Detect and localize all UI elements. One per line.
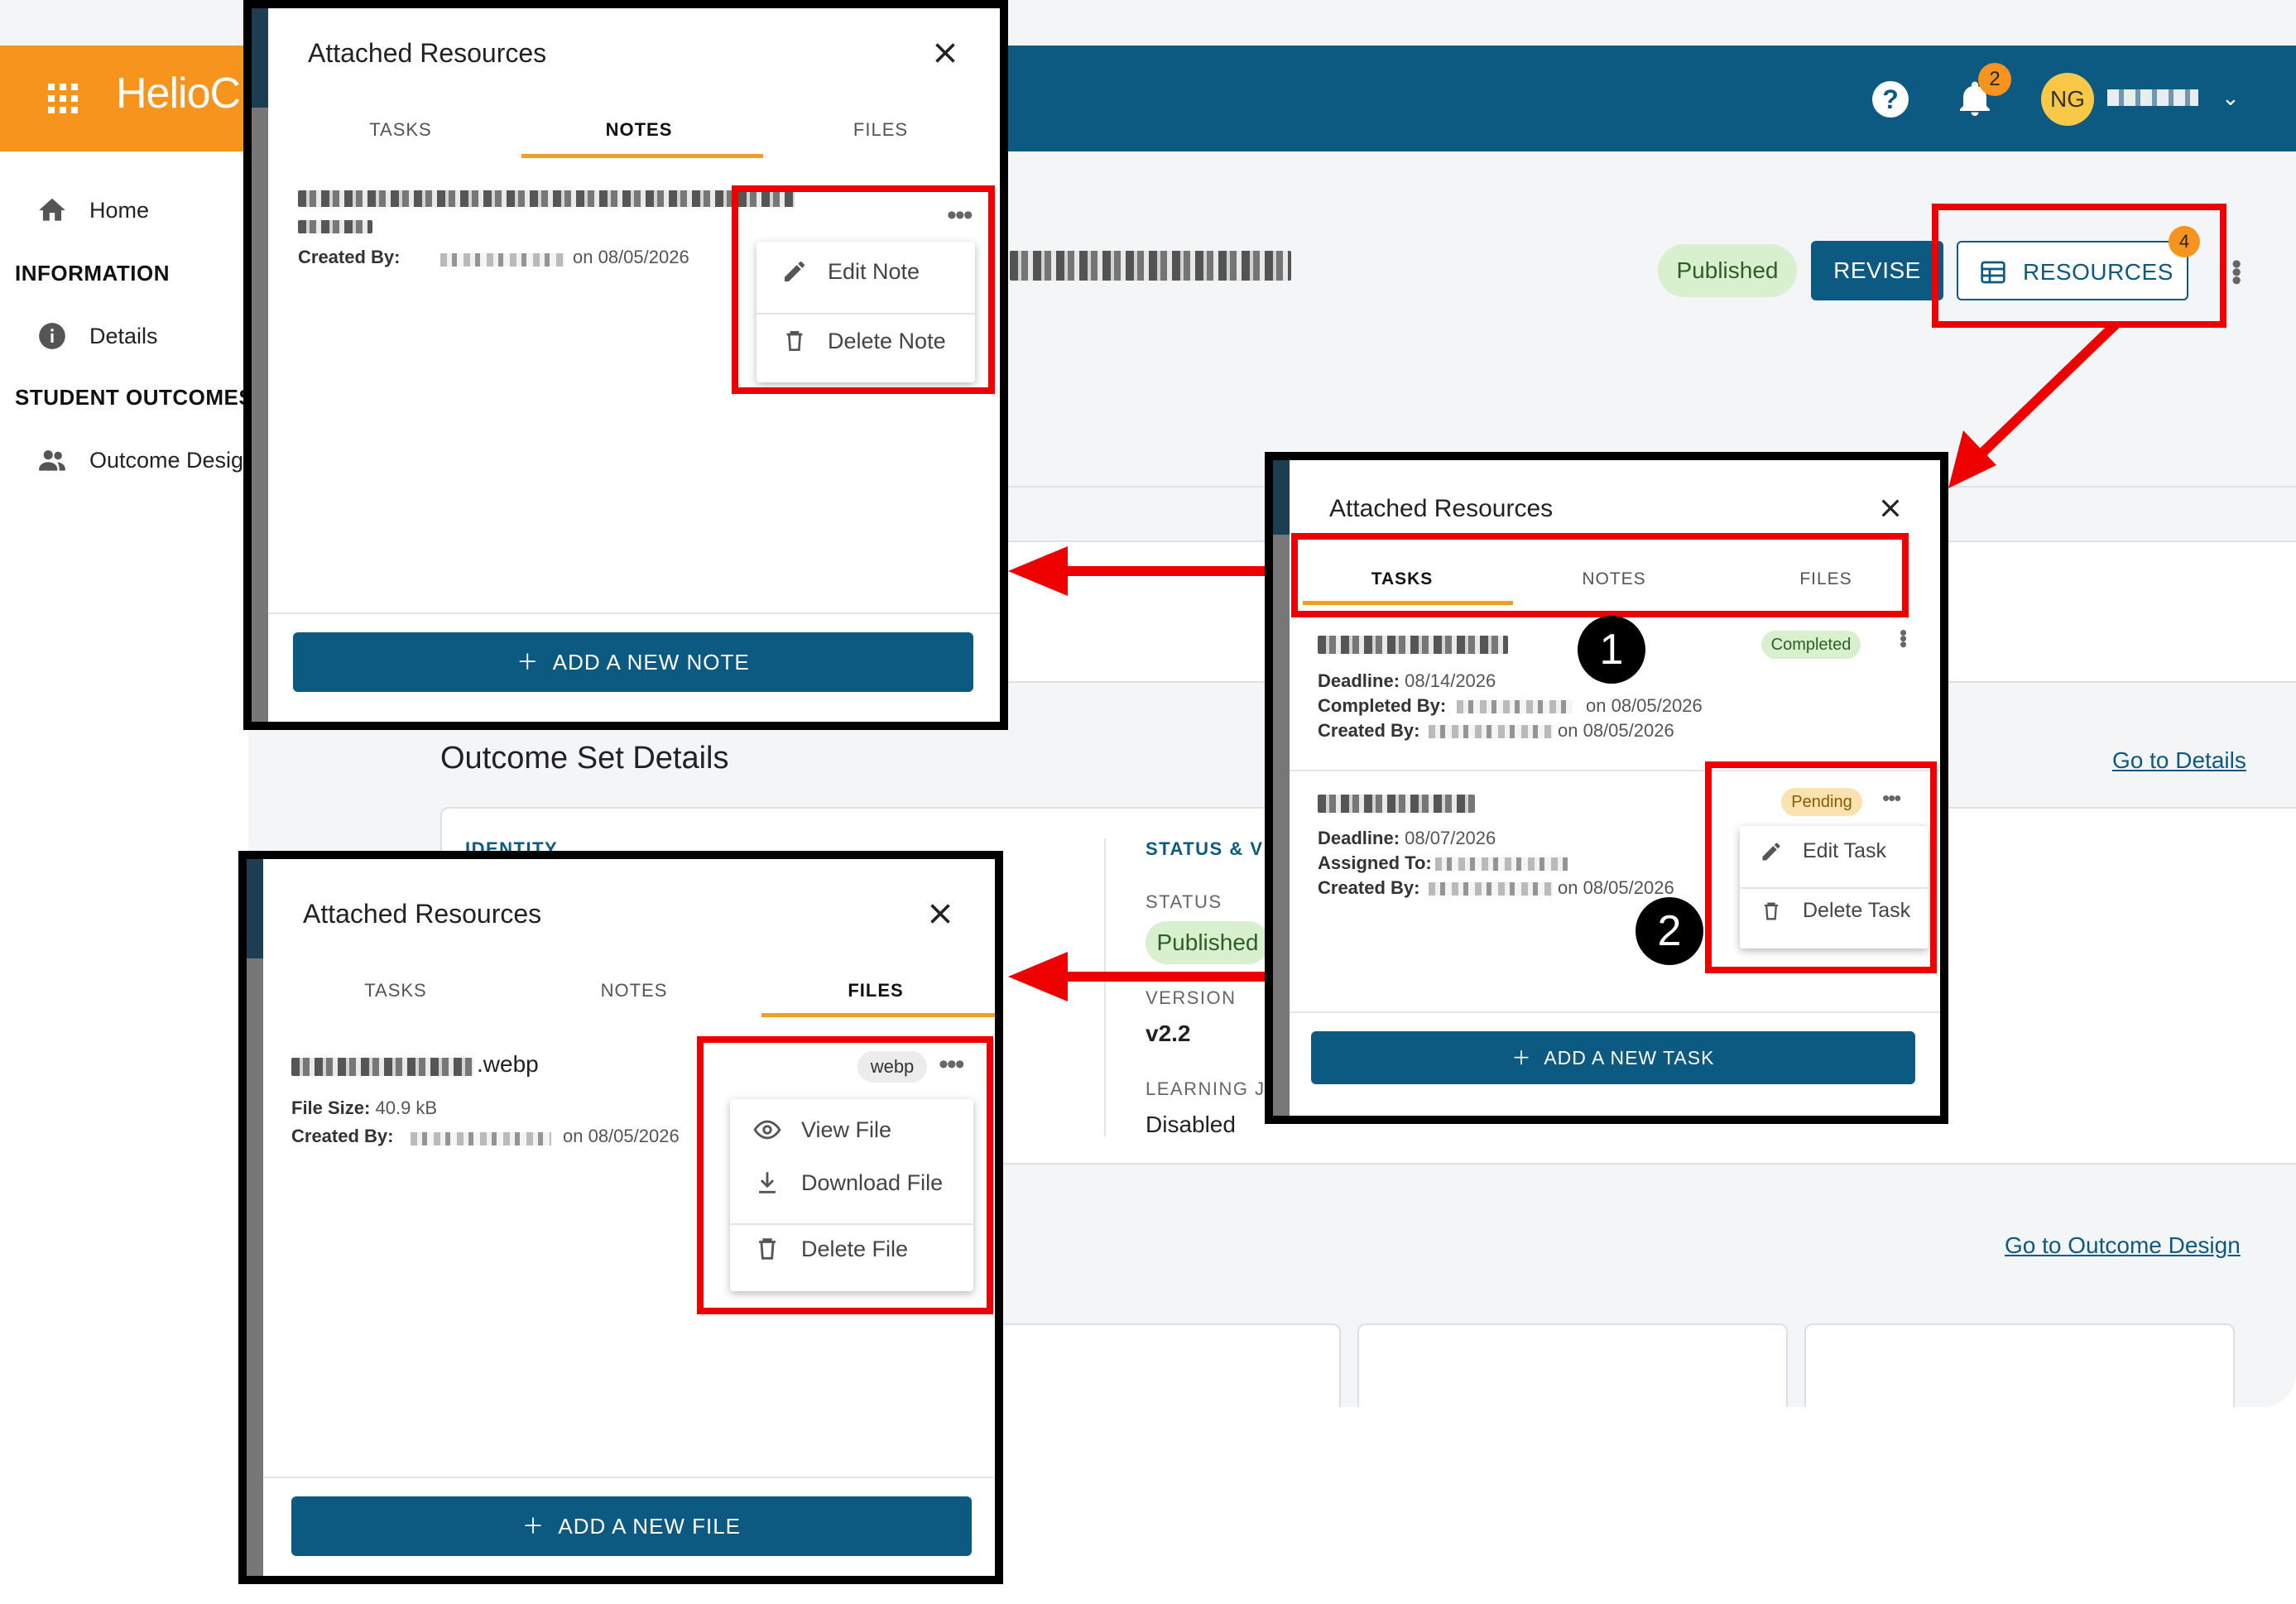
arrow-head — [1008, 546, 1068, 596]
arrow-resources-to-tasks — [1974, 320, 2120, 461]
arrow-head — [1948, 430, 1996, 488]
annotation-arrows — [1008, 320, 2120, 1001]
arrow-head — [1008, 952, 1068, 1001]
